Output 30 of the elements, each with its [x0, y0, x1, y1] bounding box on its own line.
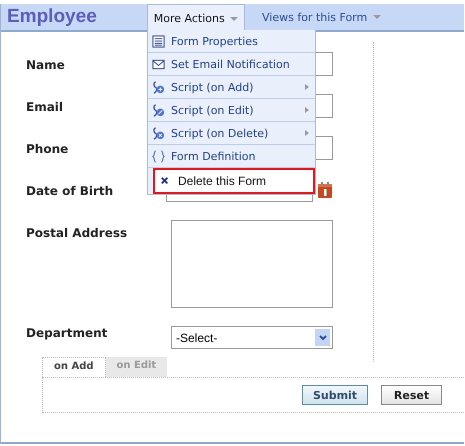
caret-icon	[372, 15, 381, 20]
menu-item[interactable]: Script (on Edit)	[148, 99, 315, 122]
script-icon	[152, 104, 165, 116]
reset-button[interactable]: Reset	[381, 385, 442, 405]
menu-item[interactable]: Set Email Notification	[148, 53, 315, 76]
form-title: Employee	[7, 6, 98, 28]
menu-item[interactable]: Delete this Form	[153, 168, 315, 194]
envelope-icon	[152, 58, 165, 70]
menu-item[interactable]: Form Properties	[148, 30, 315, 53]
list-icon	[152, 34, 165, 48]
submit-button[interactable]: Submit	[302, 385, 368, 405]
views-link[interactable]: Views for this Form	[262, 10, 381, 24]
caret-icon	[230, 16, 238, 21]
tab[interactable]: on Add	[42, 357, 106, 377]
script-icon	[152, 126, 165, 140]
field-label: Date of Birth	[26, 183, 114, 198]
menu-item[interactable]: Script (on Delete)	[148, 122, 315, 145]
address-field[interactable]	[171, 220, 333, 308]
field-label: Email	[26, 99, 64, 114]
field-label: Department	[26, 326, 108, 340]
menu-item[interactable]: Script (on Add)	[148, 76, 315, 99]
department-dropdown[interactable]: -Select-	[171, 326, 333, 349]
field-label: Name	[26, 57, 65, 72]
field-label: Postal Address	[26, 225, 128, 240]
more-actions-button[interactable]: More Actions	[147, 4, 245, 32]
field-label: Phone	[26, 141, 68, 156]
chevron-down-icon	[318, 332, 328, 342]
braces-icon	[152, 150, 165, 162]
script-icon	[152, 80, 165, 94]
calendar-icon[interactable]	[317, 181, 333, 199]
